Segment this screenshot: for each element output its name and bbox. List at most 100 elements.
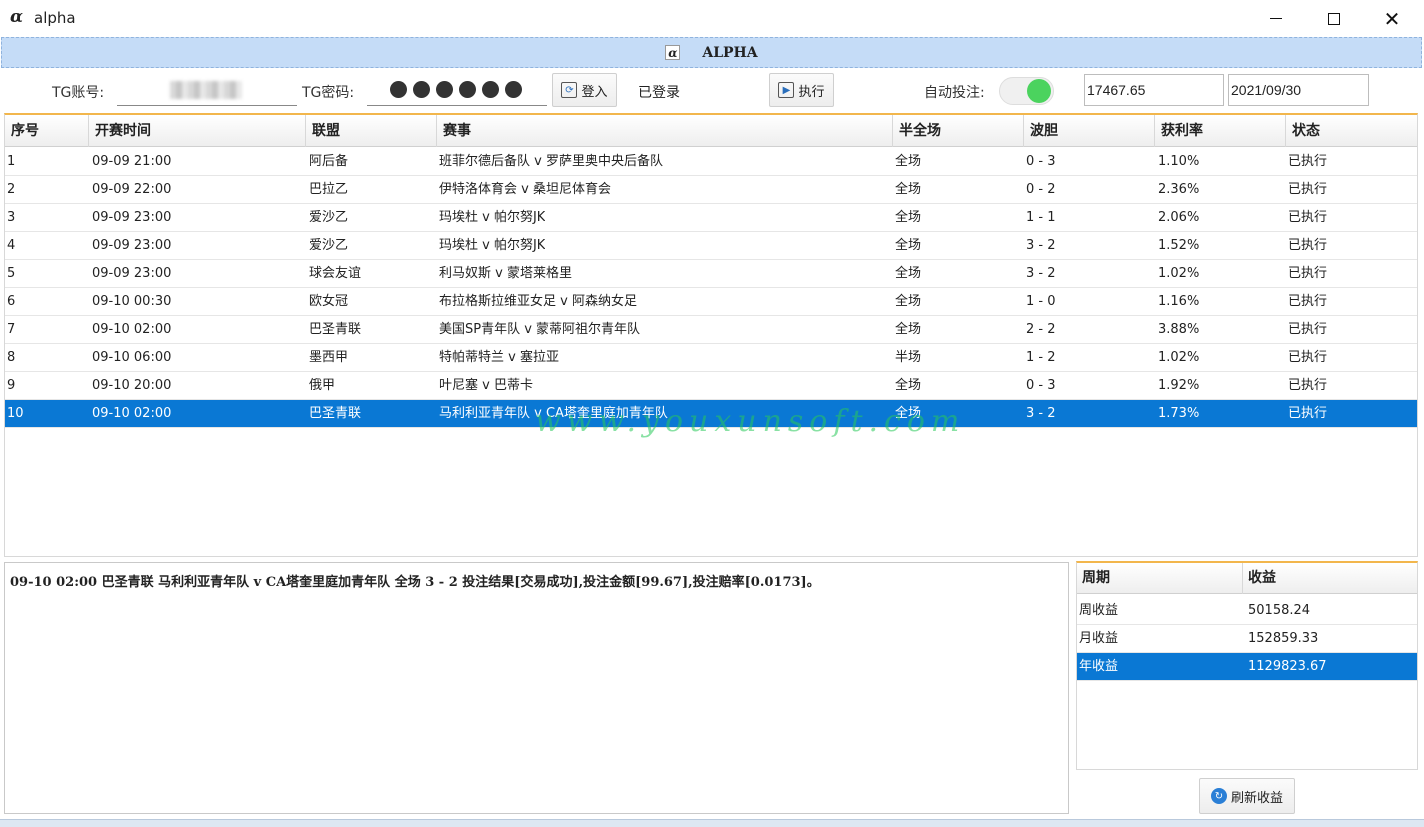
cell-status: 已执行: [1288, 294, 1328, 309]
close-button[interactable]: ✕: [1363, 0, 1421, 37]
col-index[interactable]: 序号: [5, 115, 89, 147]
cell-league: 墨西甲: [309, 350, 349, 365]
minimize-button[interactable]: [1247, 0, 1305, 37]
banner-alpha-icon: α: [665, 45, 681, 60]
app-banner: α ALPHA: [1, 37, 1422, 68]
col-period[interactable]: 周期: [1077, 563, 1243, 594]
cell-league: 爱沙乙: [309, 210, 349, 225]
col-start-time[interactable]: 开赛时间: [89, 115, 306, 147]
cell-league: 阿后备: [309, 154, 349, 169]
col-league[interactable]: 联盟: [306, 115, 437, 147]
cell-status: 已执行: [1288, 182, 1328, 197]
table-row[interactable]: 9 09-10 20:00 俄甲 叶尼塞 v 巴蒂卡 全场 0 - 3 1.92% 已执行: [5, 372, 1417, 400]
cell-profit-rate: 1.16%: [1158, 294, 1200, 309]
table-row[interactable]: 5 09-09 23:00 球会友谊 利马奴斯 v 蒙塔莱格里 全场 3 - 2 1.02%…: [5, 260, 1417, 288]
cell-match: 特帕蒂特兰 v 塞拉亚: [439, 350, 559, 365]
cell-score: 0 - 3: [1026, 378, 1056, 393]
cell-earnings: 152859.33: [1248, 631, 1319, 646]
col-earnings[interactable]: 收益: [1243, 563, 1417, 594]
table-row[interactable]: 1 09-09 21:00 阿后备 班菲尔德后备队 v 罗萨里奥中央后备队 全场 0 - …: [5, 148, 1417, 176]
title-bar: α alpha ✕: [0, 0, 1424, 37]
play-icon: ▶: [778, 82, 795, 98]
col-score[interactable]: 波胆: [1024, 115, 1155, 147]
refresh-profit-button[interactable]: ↻ 刷新收益: [1199, 778, 1295, 814]
cell-start-time: 09-10 00:30: [92, 294, 172, 309]
toggle-knob: [1027, 79, 1051, 103]
maximize-icon: [1328, 12, 1340, 25]
cell-status: 已执行: [1288, 266, 1328, 281]
log-panel[interactable]: 09-10 02:00 巴圣青联 马利利亚青年队 v CA塔奎里庭加青年队 全场…: [4, 562, 1069, 814]
bottom-border: [0, 819, 1424, 827]
cell-score: 2 - 2: [1026, 322, 1056, 337]
cell-match: 利马奴斯 v 蒙塔莱格里: [439, 266, 572, 281]
profit-row[interactable]: 周收益 50158.24: [1077, 597, 1417, 625]
auto-bet-toggle[interactable]: [999, 77, 1054, 105]
cell-index: 10: [7, 406, 24, 421]
match-table-body: 1 09-09 21:00 阿后备 班菲尔德后备队 v 罗萨里奥中央后备队 全场 0 - …: [5, 148, 1417, 428]
cell-half-full: 全场: [895, 182, 922, 197]
match-table: 序号 开赛时间 联盟 赛事 半全场 波胆 获利率 状态 1 09-09 21:00…: [4, 113, 1418, 557]
cell-index: 4: [7, 238, 16, 253]
cell-score: 0 - 3: [1026, 154, 1056, 169]
table-row[interactable]: 2 09-09 22:00 巴拉乙 伊特洛体育会 v 桑坦尼体育会 全场 0 - 2 2.3…: [5, 176, 1417, 204]
cell-profit-rate: 3.88%: [1158, 322, 1200, 337]
cell-index: 2: [7, 182, 16, 197]
execute-button-label: 执行: [798, 84, 825, 100]
cell-status: 已执行: [1288, 378, 1328, 393]
log-line: 09-10 02:00 巴圣青联 马利利亚青年队 v CA塔奎里庭加青年队 全场…: [10, 575, 820, 590]
col-profit-rate[interactable]: 获利率: [1155, 115, 1286, 147]
date-field[interactable]: 2021/09/30: [1228, 74, 1369, 106]
cell-league: 俄甲: [309, 378, 336, 393]
cell-index: 9: [7, 378, 16, 393]
cell-score: 3 - 2: [1026, 238, 1056, 253]
cell-match: 伊特洛体育会 v 桑坦尼体育会: [439, 182, 611, 197]
cell-status: 已执行: [1288, 350, 1328, 365]
table-row[interactable]: 6 09-10 00:30 欧女冠 布拉格斯拉维亚女足 v 阿森纳女足 全场 1 - 0 1…: [5, 288, 1417, 316]
cell-profit-rate: 2.36%: [1158, 182, 1200, 197]
refresh-button-label: 刷新收益: [1230, 790, 1283, 806]
password-mask: [390, 81, 522, 98]
cell-league: 巴圣青联: [309, 406, 362, 421]
profit-row[interactable]: 月收益 152859.33: [1077, 625, 1417, 653]
match-table-header: 序号 开赛时间 联盟 赛事 半全场 波胆 获利率 状态: [5, 115, 1417, 147]
maximize-button[interactable]: [1305, 0, 1363, 37]
cell-match: 美国SP青年队 v 蒙蒂阿祖尔青年队: [439, 322, 641, 337]
login-button-label: 登入: [581, 84, 608, 100]
balance-field[interactable]: 17467.65: [1084, 74, 1224, 106]
cell-profit-rate: 1.02%: [1158, 350, 1200, 365]
window-title: alpha: [34, 9, 76, 27]
cell-half-full: 全场: [895, 238, 922, 253]
refresh-icon: ↻: [1210, 788, 1227, 804]
table-row[interactable]: 4 09-09 23:00 爱沙乙 玛埃杜 v 帕尔努JK 全场 3 - 2 1.52% 已执…: [5, 232, 1417, 260]
table-row[interactable]: 7 09-10 02:00 巴圣青联 美国SP青年队 v 蒙蒂阿祖尔青年队 全场 2 - …: [5, 316, 1417, 344]
cell-match: 布拉格斯拉维亚女足 v 阿森纳女足: [439, 294, 637, 309]
cell-start-time: 09-10 02:00: [92, 322, 172, 337]
password-label: TG密码:: [302, 85, 355, 101]
cell-index: 1: [7, 154, 16, 169]
cell-half-full: 全场: [895, 322, 922, 337]
cell-league: 巴拉乙: [309, 182, 349, 197]
cell-start-time: 09-09 23:00: [92, 238, 172, 253]
cell-start-time: 09-09 23:00: [92, 210, 172, 225]
cell-half-full: 全场: [895, 266, 922, 281]
watermark-text: www.youxunsoft.com: [535, 404, 966, 439]
cell-profit-rate: 1.10%: [1158, 154, 1200, 169]
col-half-full[interactable]: 半全场: [893, 115, 1024, 147]
cell-period: 年收益: [1079, 659, 1119, 674]
table-row[interactable]: 8 09-10 06:00 墨西甲 特帕蒂特兰 v 塞拉亚 半场 1 - 2 1.02% 已执…: [5, 344, 1417, 372]
cell-score: 1 - 1: [1026, 210, 1056, 225]
cell-index: 5: [7, 266, 16, 281]
cell-status: 已执行: [1288, 322, 1328, 337]
cell-period: 周收益: [1079, 603, 1119, 618]
table-row[interactable]: 3 09-09 23:00 爱沙乙 玛埃杜 v 帕尔努JK 全场 1 - 1 2.06% 已执…: [5, 204, 1417, 232]
profit-row[interactable]: 年收益 1129823.67: [1077, 653, 1417, 681]
col-match[interactable]: 赛事: [437, 115, 893, 147]
cell-score: 0 - 2: [1026, 182, 1056, 197]
cell-index: 6: [7, 294, 16, 309]
col-status[interactable]: 状态: [1286, 115, 1417, 147]
execute-button[interactable]: ▶ 执行: [769, 73, 834, 107]
cell-profit-rate: 1.73%: [1158, 406, 1200, 421]
cell-league: 爱沙乙: [309, 238, 349, 253]
login-button[interactable]: ⟳ 登入: [552, 73, 617, 107]
cell-start-time: 09-09 21:00: [92, 154, 172, 169]
